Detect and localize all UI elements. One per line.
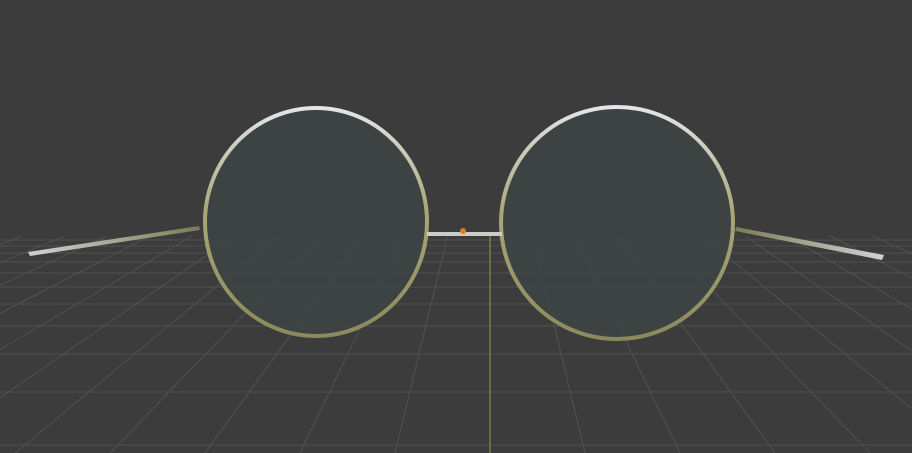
right-temple-arm[interactable]: [735, 227, 884, 260]
grid-line: [872, 235, 912, 255]
3d-viewport[interactable]: [0, 0, 912, 453]
grid-line: [0, 235, 108, 286]
viewport-scene[interactable]: [0, 0, 912, 453]
grid-line: [0, 235, 193, 351]
grid-line: [702, 235, 912, 410]
grid-line: [745, 235, 912, 352]
grid-line: [0, 235, 235, 399]
origin-marker-icon[interactable]: [460, 228, 466, 234]
ground-grid: [0, 235, 912, 453]
grid-line: [0, 235, 23, 245]
left-temple-arm[interactable]: [28, 226, 200, 256]
grid-line: [0, 235, 150, 314]
